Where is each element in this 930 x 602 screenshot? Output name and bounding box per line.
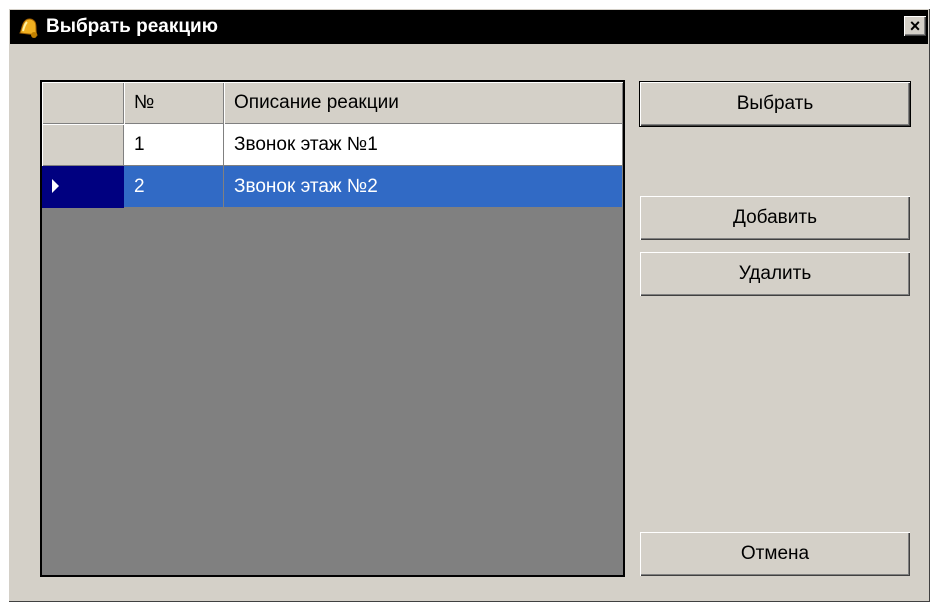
bell-icon [14, 13, 42, 41]
row-description[interactable]: Звонок этаж №1 [224, 124, 623, 166]
header-description[interactable]: Описание реакции [224, 82, 623, 124]
row-number[interactable]: 1 [124, 124, 224, 166]
row-indicator[interactable] [42, 124, 124, 166]
row-number[interactable]: 2 [124, 166, 224, 208]
delete-button[interactable]: Удалить [640, 252, 910, 296]
select-reaction-dialog: Выбрать реакцию × № Описание реакции 1 З… [8, 8, 930, 602]
cancel-button[interactable]: Отмена [640, 532, 910, 576]
title-bar[interactable]: Выбрать реакцию × [10, 10, 928, 44]
row-description[interactable]: Звонок этаж №2 [224, 166, 623, 208]
choose-button[interactable]: Выбрать [639, 81, 911, 127]
row-indicator[interactable] [42, 166, 124, 208]
header-number[interactable]: № [124, 82, 224, 124]
row-pointer-icon [52, 179, 59, 193]
grid-header: № Описание реакции [42, 82, 623, 124]
header-indicator-cell [42, 82, 124, 124]
table-row-selected[interactable]: 2 Звонок этаж №2 [42, 166, 623, 208]
reactions-grid[interactable]: № Описание реакции 1 Звонок этаж №1 2 Зв… [40, 80, 625, 577]
add-button[interactable]: Добавить [640, 196, 910, 240]
table-row[interactable]: 1 Звонок этаж №1 [42, 124, 623, 166]
window-title: Выбрать реакцию [46, 16, 218, 37]
close-icon[interactable]: × [904, 16, 926, 36]
